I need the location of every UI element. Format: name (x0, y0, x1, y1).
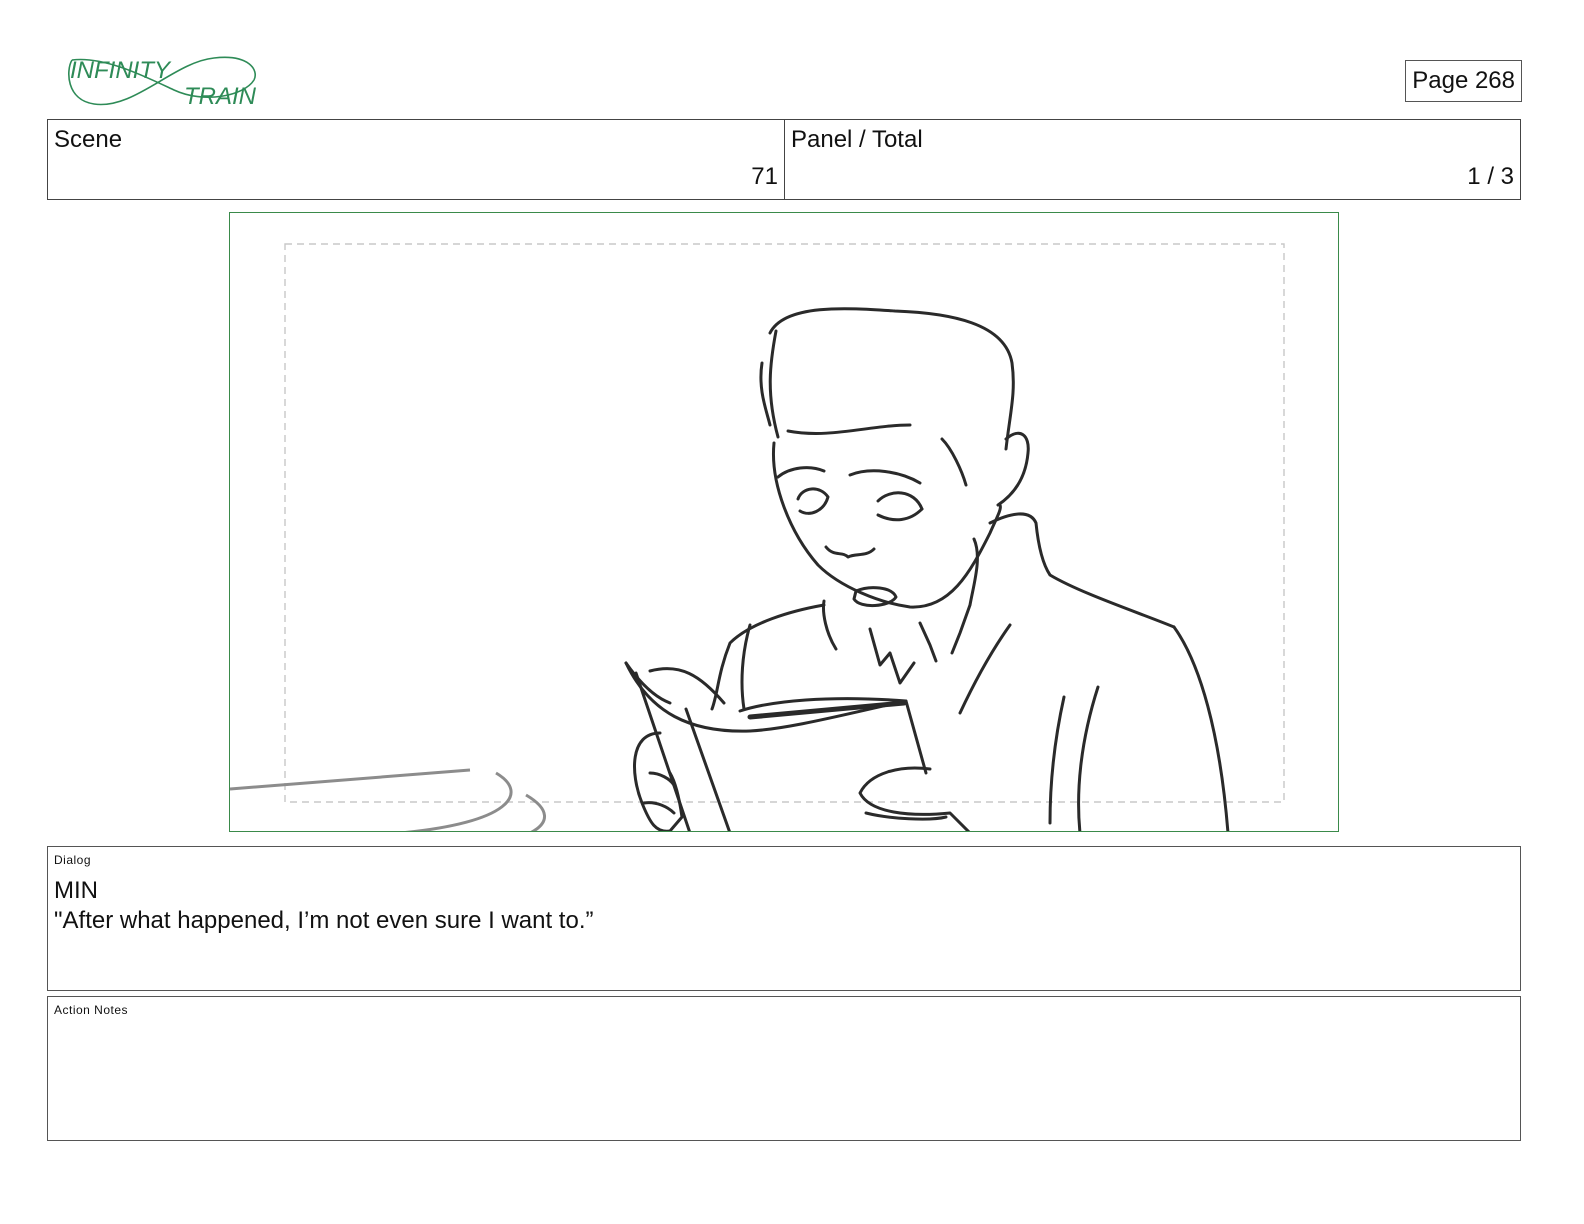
panel-cell: Panel / Total 1 / 3 (785, 120, 1520, 199)
logo-text-top: INFINITY (70, 57, 172, 84)
dialog-box: Dialog MIN "After what happened, I’m not… (47, 846, 1521, 991)
scene-label: Scene (54, 126, 123, 153)
boy-reading-sketch (230, 243, 1285, 831)
panel-label: Panel / Total (791, 126, 923, 153)
storyboard-panel (229, 212, 1339, 832)
logo-infinity-loop-icon: INFINITY TRAIN (68, 56, 257, 110)
scene-panel-table: Scene 71 Panel / Total 1 / 3 (47, 119, 1521, 200)
logo-text-bottom: TRAIN (184, 83, 257, 110)
action-notes-box: Action Notes (47, 996, 1521, 1141)
action-notes-label: Action Notes (54, 1003, 129, 1017)
page-number: Page 268 (1405, 60, 1522, 102)
dialog-line: "After what happened, I’m not even sure … (54, 907, 594, 934)
scene-value: 71 (751, 163, 778, 190)
scene-cell: Scene 71 (48, 120, 785, 199)
infinity-train-logo: INFINITY TRAIN (64, 52, 260, 112)
dialog-speaker: MIN (54, 877, 98, 904)
dialog-label: Dialog (54, 853, 92, 867)
panel-value: 1 / 3 (1467, 163, 1514, 190)
safe-area-guide (284, 243, 1285, 803)
